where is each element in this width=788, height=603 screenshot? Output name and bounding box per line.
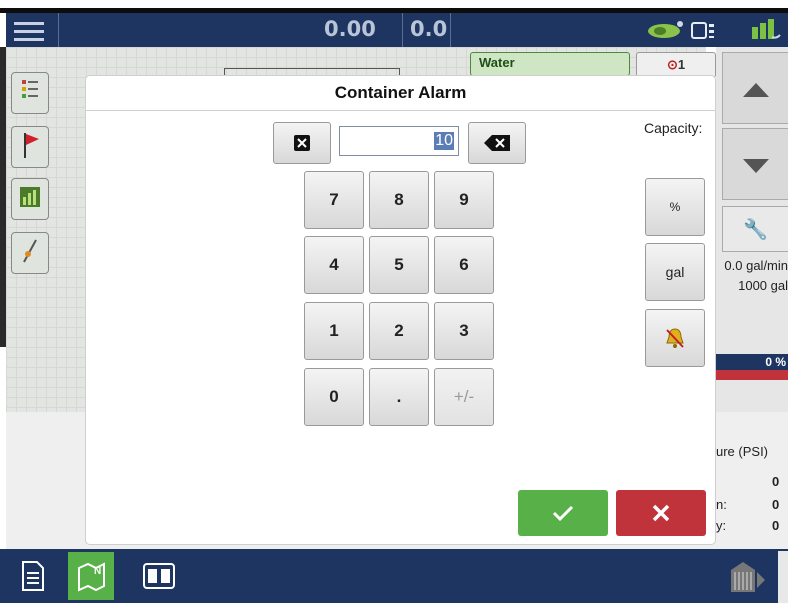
clear-button[interactable] xyxy=(273,122,331,164)
triangle-down-icon xyxy=(743,159,769,173)
device-icon[interactable] xyxy=(690,21,716,46)
bell-off-icon xyxy=(666,328,684,348)
menu-icon[interactable] xyxy=(14,19,44,41)
key-9[interactable]: 9 xyxy=(434,171,494,229)
key-6[interactable]: 6 xyxy=(434,236,494,294)
key-2[interactable]: 2 xyxy=(369,302,429,360)
backspace-icon xyxy=(484,135,510,151)
settings-button[interactable]: 🔧 xyxy=(722,206,788,252)
area-readout: 0.0 xyxy=(410,17,448,41)
key-decimal[interactable]: . xyxy=(369,368,429,426)
volume-readout: 1000 gal xyxy=(738,278,788,293)
split-view-button[interactable] xyxy=(136,552,182,600)
implement-icon[interactable] xyxy=(646,19,686,46)
close-icon xyxy=(652,504,670,522)
svg-text:N: N xyxy=(94,566,101,577)
tank-icon xyxy=(731,562,765,592)
alarm-off-button[interactable] xyxy=(645,309,705,367)
tab-chart[interactable] xyxy=(11,178,49,220)
confirm-button[interactable] xyxy=(518,490,608,536)
side-tab[interactable] xyxy=(778,551,788,603)
alarm-indicator[interactable]: ⊙1 xyxy=(636,52,716,78)
percent-readout: 0 % xyxy=(765,355,786,369)
dialog-title: Container Alarm xyxy=(86,76,715,111)
key-4[interactable]: 4 xyxy=(304,236,364,294)
bar-chart-icon xyxy=(18,185,42,214)
guidance-icon xyxy=(20,236,40,271)
top-separator xyxy=(402,13,403,47)
top-separator xyxy=(450,13,451,47)
field-map-icon: N xyxy=(78,562,105,592)
list-icon xyxy=(20,77,40,110)
value-input[interactable]: 10 xyxy=(339,126,459,156)
clear-icon xyxy=(294,135,310,151)
percent-bar: 0 % xyxy=(716,354,788,370)
gal-unit-button[interactable]: gal xyxy=(645,243,705,301)
product-tab-label: Water xyxy=(479,55,515,70)
capacity-label: Capacity: xyxy=(644,120,703,136)
tab-flags[interactable] xyxy=(11,126,49,168)
rate-readout: 0.0 gal/min xyxy=(724,258,788,273)
top-separator xyxy=(58,13,59,47)
document-icon xyxy=(22,561,44,591)
key-1[interactable]: 1 xyxy=(304,302,364,360)
pressure-value: 0 xyxy=(772,518,780,533)
key-3[interactable]: 3 xyxy=(434,302,494,360)
key-8[interactable]: 8 xyxy=(369,171,429,229)
alarm-count: 1 xyxy=(677,57,686,72)
left-edge xyxy=(0,47,6,347)
gps-satellite-icon[interactable] xyxy=(750,17,782,48)
pressure-header: ure (PSI) xyxy=(716,444,769,459)
percent-fill xyxy=(716,370,788,380)
alarm-icon: ⊙ xyxy=(667,57,678,72)
container-alarm-dialog: Container Alarm 10 Capacity: 7 8 9 4 5 6… xyxy=(86,76,715,544)
key-7[interactable]: 7 xyxy=(304,171,364,229)
key-5[interactable]: 5 xyxy=(369,236,429,294)
checkmark-icon xyxy=(552,505,574,522)
pressure-value: 0 xyxy=(772,497,780,512)
key-plus-minus[interactable]: +/- xyxy=(434,368,494,426)
tab-guidance[interactable] xyxy=(11,232,49,274)
wrench-icon: 🔧 xyxy=(743,219,768,241)
split-screen-icon xyxy=(143,563,175,589)
top-border xyxy=(0,0,788,6)
machine-button[interactable] xyxy=(724,552,770,600)
pressure-value: 0 xyxy=(772,474,780,489)
pressure-label: y: xyxy=(716,518,727,533)
bottom-bar: N xyxy=(0,549,788,603)
triangle-up-icon xyxy=(743,83,769,97)
product-tab[interactable]: Water xyxy=(470,52,630,76)
scroll-down-button[interactable] xyxy=(722,128,788,200)
speed-readout: 0.00 xyxy=(324,17,376,41)
value-input-text: 10 xyxy=(434,132,454,150)
notes-button[interactable] xyxy=(10,552,56,600)
flag-icon xyxy=(19,130,41,165)
percent-unit-button[interactable]: % xyxy=(645,178,705,236)
scroll-up-button[interactable] xyxy=(722,52,788,124)
cancel-button[interactable] xyxy=(616,490,706,536)
pressure-label: n: xyxy=(716,497,727,512)
top-bar: 0.00 0.0 xyxy=(6,13,788,47)
backspace-button[interactable] xyxy=(468,122,526,164)
map-view-button[interactable]: N xyxy=(68,552,114,600)
tab-layers[interactable] xyxy=(11,72,49,114)
key-0[interactable]: 0 xyxy=(304,368,364,426)
